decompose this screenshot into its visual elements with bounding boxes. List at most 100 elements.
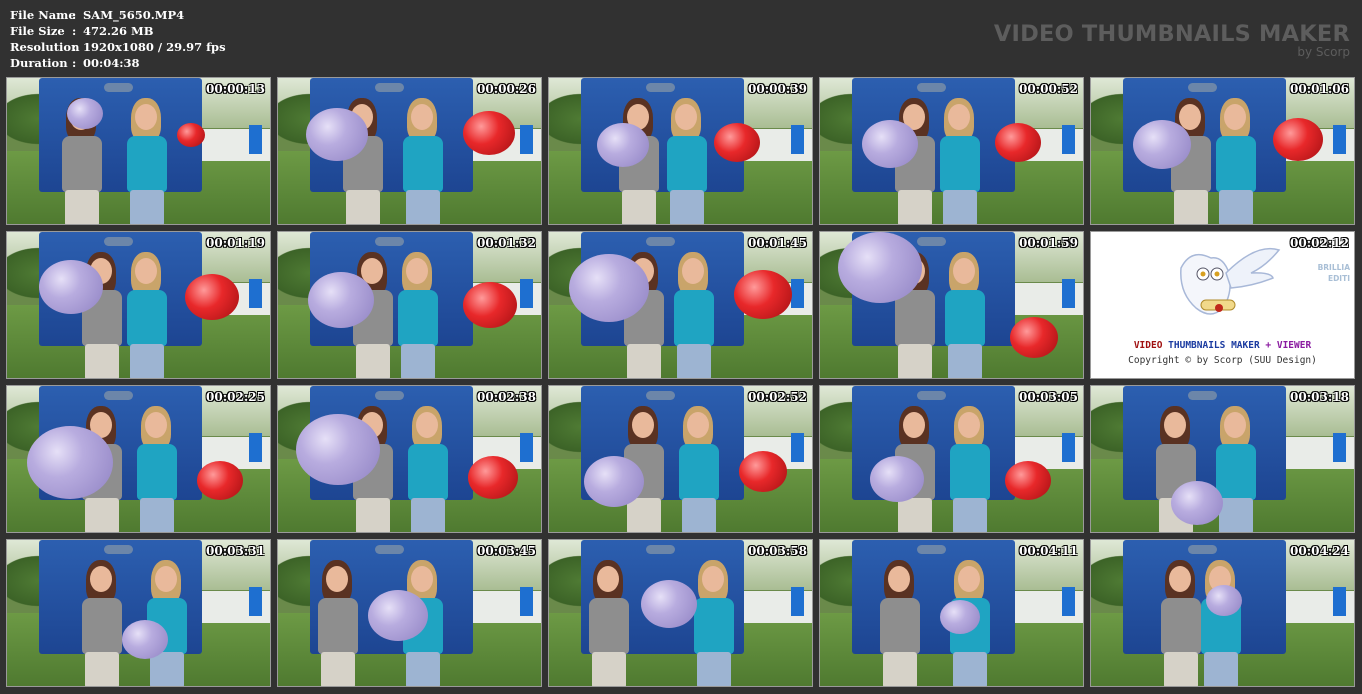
info-row-file-name: File Name : SAM_5650.MP4 [10, 7, 226, 23]
video-frame [7, 386, 270, 532]
thumbnail[interactable]: 00:01:32 [277, 231, 542, 379]
frame-person [72, 560, 132, 686]
thumbnail[interactable]: 00:03:05 [819, 385, 1084, 533]
thumbnail-timestamp: 00:03:45 [477, 544, 536, 558]
balloon-red [468, 456, 518, 499]
frame-person [388, 252, 448, 378]
thumbnail[interactable]: 00:01:06 [1090, 77, 1355, 225]
frame-portable-toilet [248, 432, 263, 462]
info-row-duration: Duration : 00:04:38 [10, 55, 226, 71]
frame-portable-toilet [519, 124, 534, 154]
logo-side-text: BRILLIA EDITI [1318, 262, 1350, 284]
frame-portable-toilet [790, 432, 805, 462]
video-frame [1091, 540, 1354, 686]
thumbnail[interactable]: 00:04:24 [1090, 539, 1355, 687]
thumbnail[interactable]: 00:03:31 [6, 539, 271, 687]
thumbnail-timestamp: 00:04:24 [1290, 544, 1349, 558]
frame-person [398, 406, 458, 532]
frame-person [664, 252, 724, 378]
info-label: File Size [10, 24, 65, 38]
video-frame [278, 232, 541, 378]
frame-portable-toilet [1061, 586, 1076, 616]
frame-portable-toilet [519, 278, 534, 308]
thumbnail[interactable]: 00:00:13 [6, 77, 271, 225]
frame-person [669, 406, 729, 532]
thumbnail-timestamp: 00:02:52 [748, 390, 807, 404]
video-frame [278, 540, 541, 686]
frame-person [308, 560, 368, 686]
thumbnail[interactable]: 00:02:25 [6, 385, 271, 533]
logo-product-name: VIDEO THUMBNAILS MAKER + VIEWER [1091, 340, 1354, 351]
video-frame [1091, 386, 1354, 532]
balloon-red [1273, 118, 1323, 161]
balloon-red [739, 451, 787, 492]
balloon-purple [1133, 120, 1191, 169]
balloon-purple [641, 580, 697, 628]
thumbnail-timestamp: 00:02:12 [1290, 236, 1349, 250]
thumbnail[interactable]: 00:01:45 [548, 231, 813, 379]
frame-portable-toilet [790, 124, 805, 154]
frame-portable-toilet [1061, 278, 1076, 308]
balloon-red [177, 123, 205, 147]
balloon-purple [838, 232, 922, 303]
thumbnail-timestamp: 00:02:25 [206, 390, 265, 404]
thumbnail[interactable]: 00:02:38 [277, 385, 542, 533]
thumbnail[interactable]: 00:00:52 [819, 77, 1084, 225]
thumbnail[interactable]: 00:03:18 [1090, 385, 1355, 533]
video-frame [820, 540, 1083, 686]
thumbnail[interactable]: 00:00:39 [548, 77, 813, 225]
frame-person [117, 98, 177, 224]
frame-portable-toilet [248, 124, 263, 154]
thumbnail-timestamp: 00:02:38 [477, 390, 536, 404]
balloon-purple [1171, 481, 1223, 525]
frame-portable-toilet [248, 586, 263, 616]
info-separator: : [72, 40, 77, 54]
logo-side-line-2: EDITI [1327, 274, 1350, 283]
balloon-purple [597, 123, 649, 167]
logo-text-part-1: VIDEO [1133, 340, 1163, 351]
thumbnail-timestamp: 00:04:11 [1019, 544, 1078, 558]
thumbnail[interactable]: 00:03:45 [277, 539, 542, 687]
thumbnail-timestamp: 00:01:19 [206, 236, 265, 250]
frame-portable-toilet [1332, 432, 1347, 462]
frame-person [930, 98, 990, 224]
owl-logo-icon [1180, 248, 1281, 315]
thumbnail[interactable]: 00:04:11 [819, 539, 1084, 687]
balloon-purple [306, 108, 368, 161]
info-separator: : [72, 8, 77, 22]
frame-person [684, 560, 744, 686]
video-frame [820, 232, 1083, 378]
info-value-duration: 00:04:38 [83, 56, 140, 70]
thumbnail-timestamp: 00:03:05 [1019, 390, 1078, 404]
thumbnail[interactable]: 00:01:19 [6, 231, 271, 379]
video-frame [278, 386, 541, 532]
frame-portable-toilet [790, 586, 805, 616]
video-frame [549, 540, 812, 686]
thumbnail[interactable]: 00:00:26 [277, 77, 542, 225]
thumbnail[interactable]: 00:01:59 [819, 231, 1084, 379]
frame-person [1191, 560, 1251, 686]
logo-copyright: Copyright © by Scorp (SUU Design) [1128, 355, 1317, 366]
balloon-purple [862, 120, 918, 168]
thumbnail-timestamp: 00:01:06 [1290, 82, 1349, 96]
thumbnail-grid: 00:00:13 00:00:26 00:00:39 00:00:52 00:0… [6, 77, 1355, 687]
frame-portable-toilet [519, 432, 534, 462]
balloon-red [1005, 461, 1051, 500]
info-row-file-size: File Size : 472.26 MB [10, 23, 226, 39]
video-frame [820, 386, 1083, 532]
thumbnail-timestamp: 00:00:39 [748, 82, 807, 96]
balloon-purple [1206, 585, 1242, 616]
video-frame [7, 232, 270, 378]
thumbnail[interactable]: 00:02:52 [548, 385, 813, 533]
info-label: Resolution [10, 40, 80, 54]
thumbnail-logo[interactable]: BRILLIA EDITI VIDEO THUMBNAILS MAKER + V… [1090, 231, 1355, 379]
balloon-purple [122, 620, 168, 659]
thumbnail[interactable]: 00:03:58 [548, 539, 813, 687]
balloon-purple [39, 260, 103, 314]
thumbnail-timestamp: 00:03:18 [1290, 390, 1349, 404]
video-frame [7, 540, 270, 686]
logo-text-part-2: THUMBNAILS MAKER [1168, 340, 1260, 351]
logo-side-line-1: BRILLIA [1317, 263, 1350, 272]
video-frame [549, 232, 812, 378]
watermark: VIDEO THUMBNAILS MAKER by Scorp [994, 20, 1350, 58]
